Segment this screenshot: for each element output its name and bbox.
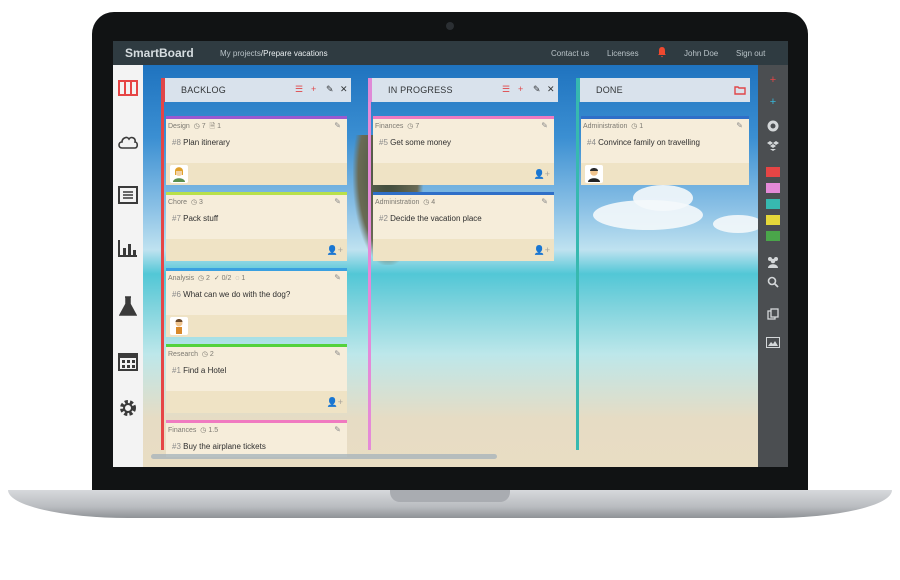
done-line	[576, 102, 579, 450]
copy-icon[interactable]	[762, 305, 784, 323]
list-icon[interactable]: ☰	[295, 84, 303, 95]
card-title: Get some money	[390, 138, 452, 147]
contact-link[interactable]: Contact us	[551, 49, 589, 58]
add-user-icon[interactable]: 👤+	[327, 397, 343, 408]
user-name[interactable]: John Doe	[684, 49, 718, 58]
breadcrumb-root[interactable]: My projects	[220, 49, 261, 58]
swatch-green-icon[interactable]	[762, 227, 784, 245]
card-title: Convince family on travelling	[598, 138, 700, 147]
document-icon[interactable]	[117, 184, 139, 206]
pencil-icon[interactable]: ✎	[334, 425, 341, 434]
column-inprogress-header: IN PROGRESS ☰ + ✎ ✕	[368, 78, 558, 102]
avatar[interactable]	[170, 165, 188, 183]
left-sidebar	[113, 65, 143, 467]
right-toolbar: + +	[758, 65, 788, 467]
pencil-icon[interactable]: ✎	[334, 197, 341, 206]
pencil-icon[interactable]: ✎	[334, 349, 341, 358]
pencil-icon[interactable]: ✎	[326, 84, 334, 95]
calendar-icon[interactable]	[117, 350, 139, 372]
task-card[interactable]: Design ◷ 7 🗎 1 ✎ #8 Plan itinerary	[166, 116, 347, 185]
card-title: Buy the airplane tickets	[183, 442, 266, 451]
column-backlog-header: BACKLOG ☰ + ✎ ✕	[161, 78, 351, 102]
licenses-link[interactable]: Licenses	[607, 49, 639, 58]
pencil-icon[interactable]: ✎	[541, 197, 548, 206]
pencil-icon[interactable]: ✎	[334, 121, 341, 130]
gear-icon[interactable]	[117, 397, 139, 419]
laptop-notch	[390, 490, 510, 502]
card-title: Plan itinerary	[183, 138, 230, 147]
column-title: DONE	[596, 85, 623, 95]
card-title: What can we do with the dog?	[183, 290, 291, 299]
task-card[interactable]: Finances ◷ 1.5 ✎ #3 Buy the airplane tic…	[166, 420, 347, 457]
close-icon[interactable]: ✕	[340, 84, 348, 95]
dropbox-icon[interactable]	[762, 137, 784, 155]
pencil-icon[interactable]: ✎	[334, 273, 341, 282]
task-card[interactable]: Finances ◷ 7 ✎ #5 Get some money 👤+	[373, 116, 554, 185]
bell-icon[interactable]	[657, 46, 667, 58]
column-done-header: DONE	[576, 78, 750, 102]
users-icon[interactable]	[762, 253, 784, 271]
screen: SmartBoard My projects/Prepare vacations…	[113, 41, 788, 467]
avatar[interactable]	[170, 317, 188, 335]
board-icon[interactable]	[117, 77, 139, 99]
add-user-icon[interactable]: 👤+	[534, 245, 550, 256]
brand-logo[interactable]: SmartBoard	[125, 46, 194, 60]
pencil-icon[interactable]: ✎	[533, 84, 541, 95]
close-icon[interactable]: ✕	[547, 84, 555, 95]
add-card-icon[interactable]: +	[762, 93, 784, 111]
column-title: IN PROGRESS	[388, 85, 453, 95]
top-navbar: SmartBoard My projects/Prepare vacations…	[113, 41, 788, 65]
chart-icon[interactable]	[117, 237, 139, 259]
card-title: Find a Hotel	[183, 366, 227, 375]
column-title: BACKLOG	[181, 85, 226, 95]
add-icon[interactable]: +	[518, 84, 523, 94]
folder-icon[interactable]	[734, 85, 746, 95]
list-icon[interactable]: ☰	[502, 84, 510, 95]
add-icon[interactable]: +	[311, 84, 316, 94]
search-icon[interactable]	[762, 273, 784, 291]
task-card[interactable]: Administration ◷ 4 ✎ #2 Decide the vacat…	[373, 192, 554, 261]
flask-icon[interactable]	[117, 295, 139, 317]
card-title: Decide the vacation place	[390, 214, 482, 223]
inprogress-line	[368, 102, 371, 450]
camera-dot	[446, 22, 454, 30]
github-icon[interactable]	[762, 117, 784, 135]
horizontal-scrollbar[interactable]	[151, 454, 497, 459]
pencil-icon[interactable]: ✎	[541, 121, 548, 130]
image-icon[interactable]	[762, 333, 784, 351]
breadcrumb-current: Prepare vacations	[263, 49, 328, 58]
cloud-icon[interactable]	[117, 131, 139, 153]
breadcrumb: My projects/Prepare vacations	[220, 49, 328, 58]
task-card[interactable]: Chore ◷ 3 ✎ #7 Pack stuff 👤+	[166, 192, 347, 261]
add-user-icon[interactable]: 👤+	[534, 169, 550, 180]
add-user-icon[interactable]: 👤+	[327, 245, 343, 256]
avatar[interactable]	[585, 165, 603, 183]
task-card[interactable]: Administration ◷ 1 ✎ #4 Convince family …	[581, 116, 749, 185]
task-card[interactable]: Analysis ◷ 2 ✓ 0/2 ◌ 1 ✎ #6 What can we …	[166, 268, 347, 337]
pencil-icon[interactable]: ✎	[736, 121, 743, 130]
signout-link[interactable]: Sign out	[736, 49, 765, 58]
task-card[interactable]: Research ◷ 2 ✎ #1 Find a Hotel 👤+	[166, 344, 347, 413]
card-title: Pack stuff	[183, 214, 219, 223]
backlog-line	[161, 102, 164, 450]
add-column-icon[interactable]: +	[762, 71, 784, 89]
